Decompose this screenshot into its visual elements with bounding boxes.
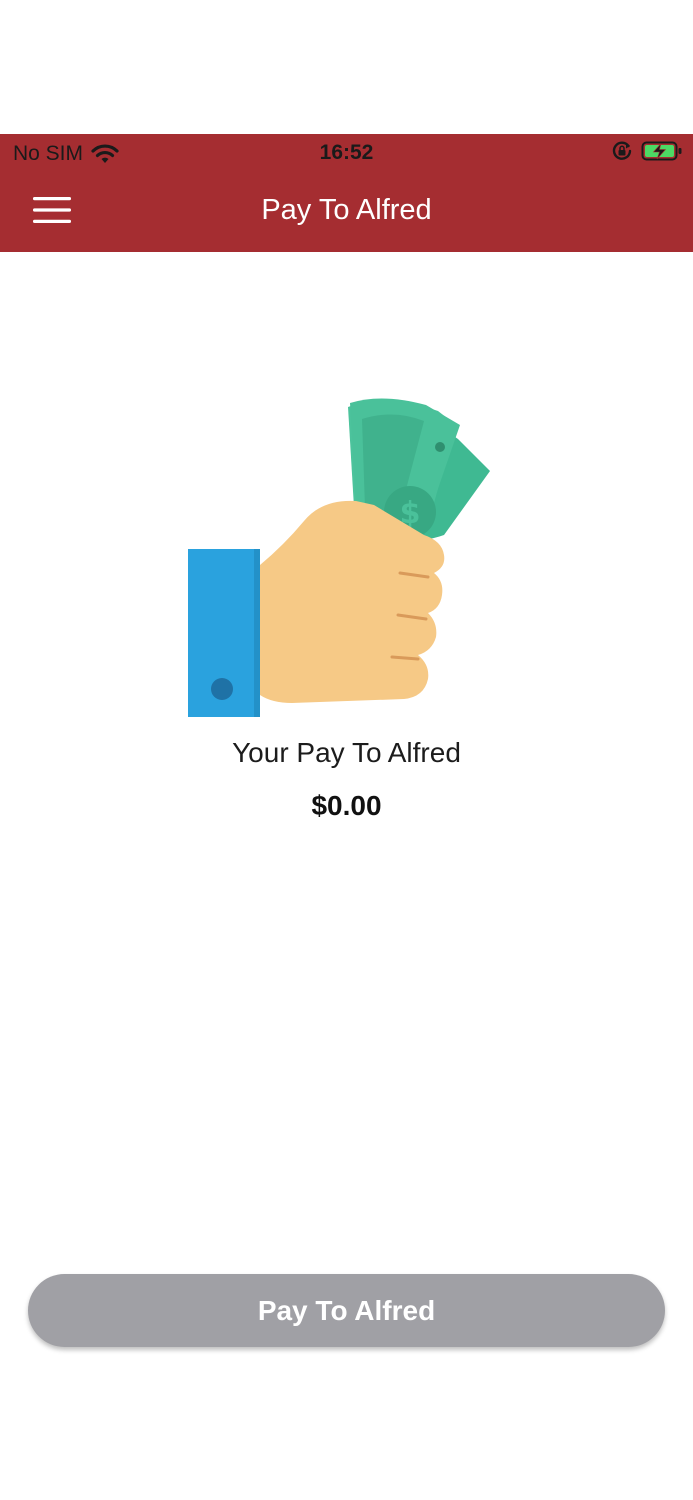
battery-charging-icon [641, 141, 682, 161]
status-time: 16:52 [319, 141, 374, 164]
pay-amount: $0.00 [311, 790, 382, 821]
hand-holding-money-icon: $ [188, 398, 490, 717]
page-title: Pay To Alfred [261, 194, 432, 226]
pay-label: Your Pay To Alfred [232, 737, 461, 768]
rotation-lock-icon [612, 141, 632, 160]
status-indicators [611, 140, 683, 162]
app-bar: No SIM 16:52 Pay To Alfred [0, 134, 693, 252]
nav-row: Pay To Alfred [0, 172, 693, 252]
top-spacer [0, 0, 693, 134]
pay-button[interactable]: Pay To Alfred [28, 1274, 665, 1347]
status-bar: No SIM 16:52 [0, 134, 693, 172]
